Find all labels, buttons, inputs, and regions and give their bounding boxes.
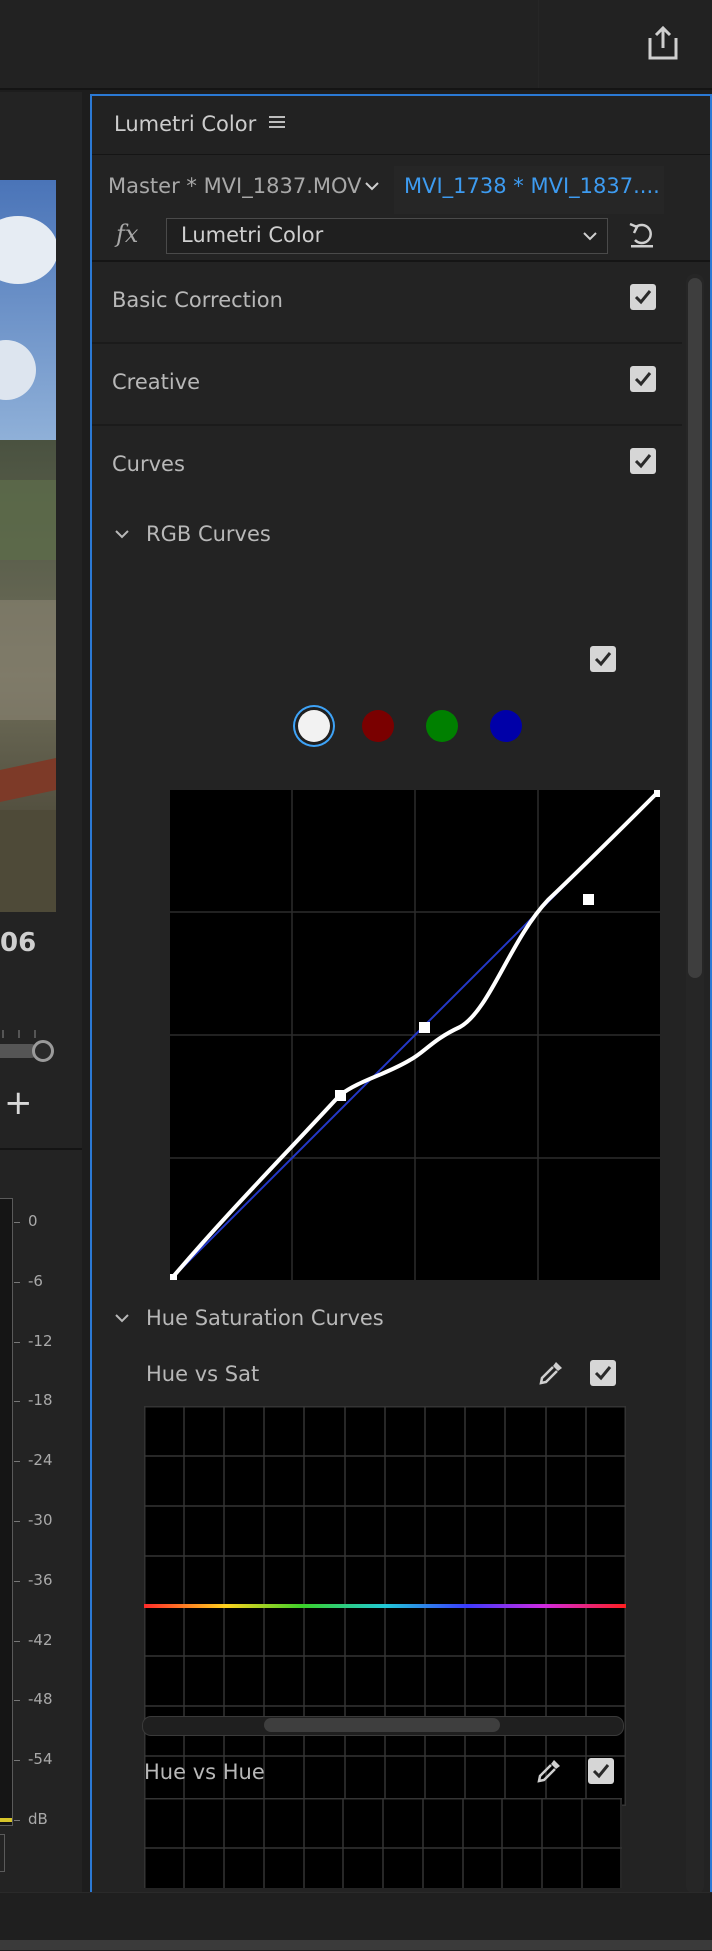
top-toolbar: [0, 0, 712, 90]
meter-scale-label: -24: [28, 1451, 53, 1470]
meter-tick: [14, 1700, 20, 1702]
hue-vs-hue-graph[interactable]: [144, 1798, 622, 1888]
meter-scale-label: -42: [28, 1630, 53, 1649]
meter-tick: [14, 1281, 20, 1283]
section-curves[interactable]: Curves: [92, 426, 682, 506]
panel-title: Lumetri Color: [114, 112, 257, 136]
eyedropper-icon[interactable]: [534, 1756, 564, 1786]
meter-tick: [14, 1640, 20, 1642]
curve-control-point: [170, 1274, 177, 1281]
vertical-scrollbar-thumb[interactable]: [688, 278, 702, 978]
hue-vs-sat-curve: [144, 1604, 626, 1608]
section-enable-checkbox[interactable]: [630, 448, 656, 474]
hue-graph-scrollbar-thumb[interactable]: [264, 1718, 500, 1732]
meter-tick: [14, 1401, 20, 1403]
clip-selector-row: Master * MVI_1837.MOV MVI_1738 * MVI_183…: [92, 166, 710, 214]
meter-scale-label: -36: [28, 1570, 53, 1589]
chevron-down-icon[interactable]: [114, 526, 130, 542]
chevron-down-icon[interactable]: [362, 176, 382, 196]
blue-channel-swatch[interactable]: [490, 710, 522, 742]
hue-vs-hue-label: Hue vs Hue: [144, 1760, 265, 1784]
video-preview: [0, 180, 56, 912]
panel-header: Lumetri Color: [92, 96, 710, 155]
lumetri-color-panel: Lumetri Color Master * MVI_1837.MOV MVI_…: [90, 94, 712, 1894]
ruler-tick: [2, 1030, 4, 1038]
fx-icon[interactable]: fx: [116, 220, 138, 248]
green-channel-swatch[interactable]: [426, 710, 458, 742]
pane-divider: [0, 1148, 82, 1150]
effect-select[interactable]: Lumetri Color: [166, 218, 608, 254]
curve-control-point: [583, 894, 594, 905]
audio-meter: [0, 1198, 13, 1826]
luma-channel-swatch[interactable]: [298, 710, 330, 742]
timecode-display: 06: [0, 928, 37, 958]
hue-vs-sat-label: Hue vs Sat: [146, 1362, 260, 1386]
section-enable-checkbox[interactable]: [630, 366, 656, 392]
share-export-icon[interactable]: [644, 24, 682, 62]
hue-vs-sat-enable-checkbox[interactable]: [590, 1360, 616, 1386]
meter-tick: [14, 1760, 20, 1762]
eyedropper-icon[interactable]: [536, 1358, 566, 1388]
meter-scale-label: -54: [28, 1750, 53, 1769]
lumetri-scroll-area: Basic Correction Creative Curves RGB Cur…: [92, 262, 710, 1892]
red-channel-swatch[interactable]: [362, 710, 394, 742]
effect-row: fx Lumetri Color: [92, 210, 710, 262]
master-clip-tab[interactable]: Master * MVI_1837.MOV: [108, 174, 362, 198]
section-enable-checkbox[interactable]: [630, 284, 656, 310]
rgb-curves-enable-checkbox[interactable]: [590, 646, 616, 672]
reset-icon[interactable]: [626, 218, 658, 250]
chevron-down-icon[interactable]: [114, 1310, 130, 1326]
meter-tick: [14, 1222, 20, 1223]
dock-strip: [0, 1940, 712, 1950]
rgb-curve-graph[interactable]: [170, 790, 661, 1281]
section-creative[interactable]: Creative: [92, 344, 682, 426]
meter-scale-label: dB: [28, 1810, 48, 1828]
effect-select-value: Lumetri Color: [181, 223, 324, 247]
toolbar-divider: [538, 0, 539, 88]
meter-tick: [14, 1461, 20, 1463]
curve-control-point: [654, 790, 661, 797]
sequence-clip-tab[interactable]: MVI_1738 * MVI_1837....: [394, 166, 664, 214]
meter-scale-label: -18: [28, 1391, 53, 1410]
zoom-scroll-handle[interactable]: [32, 1040, 54, 1062]
meter-scale-label: 0: [28, 1212, 38, 1230]
ruler-tick: [18, 1030, 20, 1038]
section-label: Basic Correction: [112, 288, 283, 312]
section-label: Creative: [112, 370, 201, 394]
add-button[interactable]: +: [4, 1086, 33, 1120]
rgb-curves-heading[interactable]: RGB Curves: [146, 522, 271, 546]
sequence-clip-label[interactable]: MVI_1738 * MVI_1837....: [404, 174, 660, 198]
audio-meter-level: [0, 1818, 12, 1822]
hue-vs-sat-graph[interactable]: [144, 1406, 626, 1806]
section-basic-correction[interactable]: Basic Correction: [92, 262, 682, 344]
meter-tick: [14, 1341, 20, 1343]
hamburger-menu-icon[interactable]: [268, 112, 286, 137]
meter-tick: [14, 1820, 20, 1821]
meter-scale-label: -12: [28, 1331, 53, 1350]
section-label: Curves: [112, 452, 185, 476]
chevron-down-icon: [581, 227, 599, 245]
hue-saturation-curves-heading[interactable]: Hue Saturation Curves: [146, 1306, 384, 1330]
meter-tick: [14, 1580, 20, 1582]
meter-scale-label: -48: [28, 1690, 53, 1709]
audio-meter-footer: [0, 1834, 5, 1872]
hue-vs-hue-enable-checkbox[interactable]: [588, 1758, 614, 1784]
curve-control-point: [335, 1090, 346, 1101]
ruler-tick: [34, 1030, 36, 1038]
meter-scale-label: -6: [28, 1271, 43, 1290]
meter-scale-label: -30: [28, 1511, 53, 1529]
curve-control-point: [419, 1022, 430, 1033]
meter-tick: [14, 1521, 20, 1522]
